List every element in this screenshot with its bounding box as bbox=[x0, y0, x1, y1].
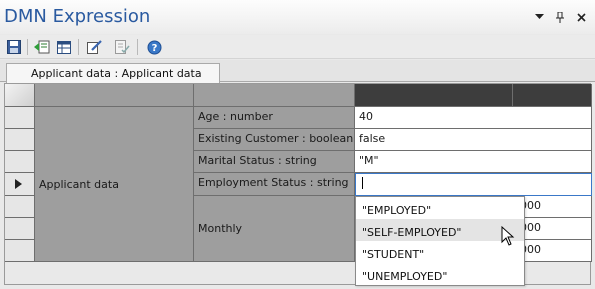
text-caret bbox=[362, 177, 363, 189]
import-icon[interactable] bbox=[33, 38, 51, 56]
toolbar: ? bbox=[0, 35, 595, 59]
current-row-arrow-icon bbox=[15, 179, 22, 189]
tab-applicant-data[interactable]: Applicant data : Applicant data bbox=[6, 63, 220, 83]
row-header[interactable] bbox=[5, 107, 35, 129]
dropdown-option[interactable]: "UNEMPLOYED" bbox=[356, 263, 524, 285]
validate-icon[interactable] bbox=[113, 38, 131, 56]
dropdown-option[interactable]: "STUDENT" bbox=[356, 241, 524, 263]
mouse-pointer-icon bbox=[501, 225, 515, 249]
dropdown-option[interactable]: "EMPLOYED" bbox=[356, 197, 524, 219]
close-icon[interactable] bbox=[575, 10, 587, 24]
group-label: Applicant data bbox=[39, 177, 119, 191]
row-header[interactable] bbox=[5, 196, 35, 218]
chevron-down-icon[interactable] bbox=[533, 10, 545, 24]
grid-corner[interactable] bbox=[5, 84, 35, 107]
field-name-label: Monthly bbox=[198, 222, 243, 235]
window-controls bbox=[533, 10, 587, 24]
field-name-cell[interactable]: Existing Customer : boolean bbox=[194, 129, 355, 151]
toolbar-separator bbox=[137, 39, 138, 55]
field-name-cell[interactable]: Marital Status : string bbox=[194, 151, 355, 173]
value-cell[interactable]: false bbox=[355, 129, 592, 151]
dropdown-option-highlighted[interactable]: "SELF-EMPLOYED" bbox=[356, 219, 524, 241]
column-header bbox=[355, 84, 513, 107]
toolbar-separator bbox=[78, 39, 79, 55]
svg-text:?: ? bbox=[151, 43, 157, 54]
group-cell[interactable]: Applicant data bbox=[35, 107, 194, 262]
field-name-cell[interactable]: Employment Status : string bbox=[194, 173, 355, 196]
table-icon[interactable] bbox=[55, 38, 73, 56]
edit-icon[interactable] bbox=[85, 38, 103, 56]
field-name-cell[interactable]: Age : number bbox=[194, 107, 355, 129]
title-bar: DMN Expression bbox=[0, 0, 595, 34]
save-icon[interactable] bbox=[5, 38, 23, 56]
column-header bbox=[513, 84, 592, 107]
help-icon[interactable]: ? bbox=[145, 38, 163, 56]
value-cell-editing[interactable] bbox=[355, 173, 592, 196]
row-header[interactable] bbox=[5, 129, 35, 151]
row-header[interactable] bbox=[5, 151, 35, 173]
employment-status-dropdown[interactable]: "EMPLOYED" "SELF-EMPLOYED" "STUDENT" "UN… bbox=[355, 196, 525, 286]
toolbar-separator bbox=[27, 39, 28, 55]
window-title: DMN Expression bbox=[4, 6, 151, 27]
field-name-cell-monthly[interactable]: Monthly bbox=[194, 196, 355, 262]
tab-strip: Applicant data : Applicant data bbox=[0, 60, 595, 83]
column-header bbox=[35, 84, 194, 107]
pin-icon[interactable] bbox=[554, 10, 566, 24]
row-header-selected[interactable] bbox=[5, 173, 35, 196]
row-header[interactable] bbox=[5, 218, 35, 240]
value-cell[interactable]: 40 bbox=[355, 107, 592, 129]
column-header bbox=[194, 84, 355, 107]
value-cell[interactable]: "M" bbox=[355, 151, 592, 173]
row-header[interactable] bbox=[5, 240, 35, 262]
